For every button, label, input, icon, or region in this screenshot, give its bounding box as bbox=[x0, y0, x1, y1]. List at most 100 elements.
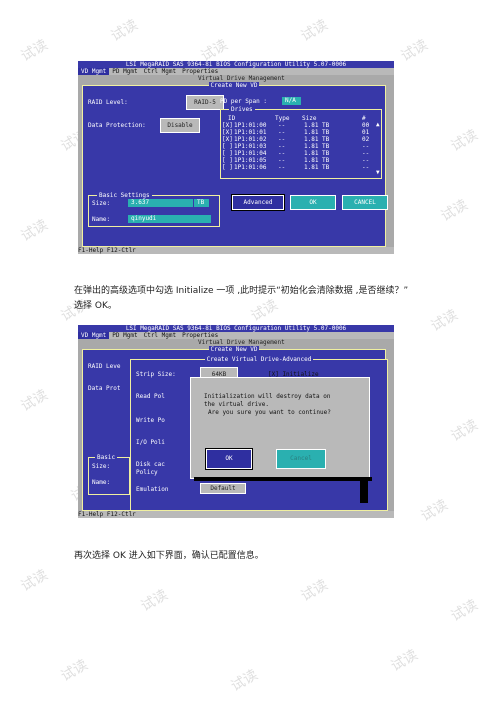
size-label: Size: bbox=[92, 463, 111, 470]
scroll-up-icon[interactable]: ▲ bbox=[376, 121, 380, 128]
watermark: 试读 bbox=[18, 386, 51, 415]
menu-vd-mgmt[interactable]: VD Mgmt bbox=[78, 68, 110, 75]
paragraph-2: 再次选择 OK 进入如下界面，确认已配置信息。 bbox=[74, 551, 264, 561]
drive-size: 1.81 TB bbox=[304, 164, 330, 171]
confirm-message-line-1: Initialization will destroy data on bbox=[204, 393, 331, 400]
disk-cache-label: Disk cac bbox=[136, 461, 165, 468]
emulation-label: Emulation bbox=[136, 486, 169, 493]
drive-size: 1.81 TB bbox=[304, 129, 330, 136]
drive-select-checkbox[interactable]: [ ] bbox=[222, 157, 233, 164]
watermark: 试读 bbox=[108, 16, 141, 45]
advanced-button[interactable]: Advanced bbox=[231, 194, 285, 211]
bios-menu-bar: VD Mgmt PD Mgmt Ctrl Mgmt Properties bbox=[78, 332, 394, 339]
watermark: 试读 bbox=[398, 36, 431, 65]
watermark: 试读 bbox=[438, 196, 471, 225]
drive-number: -- bbox=[362, 157, 370, 164]
drive-number: 02 bbox=[362, 136, 370, 143]
confirm-ok-button[interactable]: OK bbox=[205, 448, 253, 470]
raid-level-label: RAID Level: bbox=[88, 99, 128, 106]
ok-button[interactable]: OK bbox=[290, 195, 336, 210]
watermark: 试读 bbox=[448, 416, 481, 445]
drive-type: -- bbox=[278, 157, 286, 164]
watermark: 试读 bbox=[58, 656, 91, 685]
menu-properties[interactable]: Properties bbox=[179, 332, 221, 339]
emulation-select[interactable]: Default bbox=[200, 483, 246, 494]
drive-size: 1.81 TB bbox=[304, 136, 330, 143]
menu-pd-mgmt[interactable]: PD Mgmt bbox=[109, 332, 140, 339]
drive-type: -- bbox=[278, 136, 286, 143]
drive-size: 1.81 TB bbox=[304, 122, 330, 129]
create-advanced-title: Create Virtual Drive-Advanced bbox=[204, 356, 314, 363]
watermark: 试读 bbox=[298, 576, 331, 605]
watermark: 试读 bbox=[418, 496, 451, 525]
name-label: Name: bbox=[92, 216, 111, 223]
confirm-message-line-3: Are you sure you want to continue? bbox=[208, 409, 331, 416]
menu-pd-mgmt[interactable]: PD Mgmt bbox=[109, 68, 140, 75]
drive-type: -- bbox=[278, 143, 286, 150]
pd-per-span-value[interactable]: N/A bbox=[282, 97, 301, 105]
write-policy-label: Write Po bbox=[136, 417, 165, 424]
drive-select-checkbox[interactable]: [X] bbox=[222, 136, 233, 143]
vd-management-title: Virtual Drive Management bbox=[198, 75, 285, 82]
drive-type: -- bbox=[278, 122, 286, 129]
status-bar: F1-Help F12-Ctlr bbox=[78, 247, 394, 254]
confirm-cancel-button[interactable]: Cancel bbox=[276, 449, 326, 469]
basic-settings-title: Basic Settings bbox=[97, 192, 152, 199]
drive-id: 1P1:01:01 bbox=[234, 129, 267, 136]
paragraph-1-line-1: 在弹出的高级选项中勾选 Initialize 一项 ,此时提示“初始化会清除数据… bbox=[74, 286, 409, 296]
drive-id: 1P1:01:02 bbox=[234, 136, 267, 143]
drive-type: -- bbox=[278, 164, 286, 171]
read-policy-label: Read Pol bbox=[136, 393, 165, 400]
size-unit[interactable]: TB bbox=[194, 199, 209, 207]
drive-type: -- bbox=[278, 129, 286, 136]
raid-level-select[interactable]: RAID-5 bbox=[186, 95, 224, 110]
drive-id: 1P1:01:04 bbox=[234, 150, 267, 157]
create-new-vd-title: Create New VD bbox=[208, 82, 260, 89]
bios-title-bar: LSI MegaRAID SAS 9364-8i BIOS Configurat… bbox=[78, 61, 394, 68]
drive-id: 1P1:01:03 bbox=[234, 143, 267, 150]
menu-vd-mgmt[interactable]: VD Mgmt bbox=[78, 332, 110, 339]
bios-screen-initialize-confirm: LSI MegaRAID SAS 9364-8i BIOS Configurat… bbox=[78, 325, 394, 518]
strip-size-label: Strip Size: bbox=[136, 371, 176, 378]
watermark: 试读 bbox=[18, 36, 51, 65]
drive-id: 1P1:01:00 bbox=[234, 122, 267, 129]
drive-id: 1P1:01:06 bbox=[234, 164, 267, 171]
watermark: 试读 bbox=[428, 306, 461, 335]
data-protection-label: Data Protection: bbox=[88, 122, 146, 129]
drives-header-id: ID bbox=[228, 115, 236, 122]
io-policy-label: I/O Poli bbox=[136, 439, 165, 446]
data-protection-select[interactable]: Disable bbox=[160, 118, 200, 133]
watermark: 试读 bbox=[18, 566, 51, 595]
create-new-vd-title: Create New VD bbox=[208, 346, 260, 353]
policy-label: Policy bbox=[136, 469, 158, 476]
scroll-down-icon[interactable]: ▼ bbox=[376, 169, 380, 176]
data-protection-label: Data Prot bbox=[88, 385, 121, 392]
basic-settings-title: Basic bbox=[95, 454, 118, 461]
menu-ctrl-mgmt[interactable]: Ctrl Mgmt bbox=[141, 332, 180, 339]
drive-select-checkbox[interactable]: [ ] bbox=[222, 143, 233, 150]
drive-number: -- bbox=[362, 143, 370, 150]
menu-ctrl-mgmt[interactable]: Ctrl Mgmt bbox=[141, 68, 180, 75]
drive-select-checkbox[interactable]: [ ] bbox=[222, 150, 233, 157]
drive-id: 1P1:01:05 bbox=[234, 157, 267, 164]
size-label: Size: bbox=[92, 200, 111, 207]
drives-header-num: # bbox=[362, 115, 366, 122]
drive-select-checkbox[interactable]: [X] bbox=[222, 129, 233, 136]
watermark: 试读 bbox=[388, 646, 421, 675]
name-input[interactable]: qinyudi bbox=[128, 215, 211, 223]
status-bar: F1-Help F12-Ctlr bbox=[78, 511, 394, 518]
confirm-message-line-2: the virtual drive. bbox=[204, 401, 270, 408]
drive-select-checkbox[interactable]: [X] bbox=[222, 122, 233, 129]
raid-level-label: RAID Leve bbox=[88, 363, 121, 370]
pd-per-span-label: PD per Span : bbox=[220, 98, 267, 105]
vd-management-title: Virtual Drive Management bbox=[198, 339, 285, 346]
drive-number: 01 bbox=[362, 129, 370, 136]
watermark: 试读 bbox=[298, 16, 331, 45]
size-input[interactable]: 3.637 bbox=[128, 199, 193, 207]
cancel-button[interactable]: CANCEL bbox=[342, 195, 388, 210]
drive-number: -- bbox=[362, 164, 370, 171]
menu-properties[interactable]: Properties bbox=[179, 68, 221, 75]
confirm-dialog-shadow bbox=[194, 477, 372, 481]
drives-title: Drives bbox=[229, 106, 255, 113]
drive-select-checkbox[interactable]: [ ] bbox=[222, 164, 233, 171]
